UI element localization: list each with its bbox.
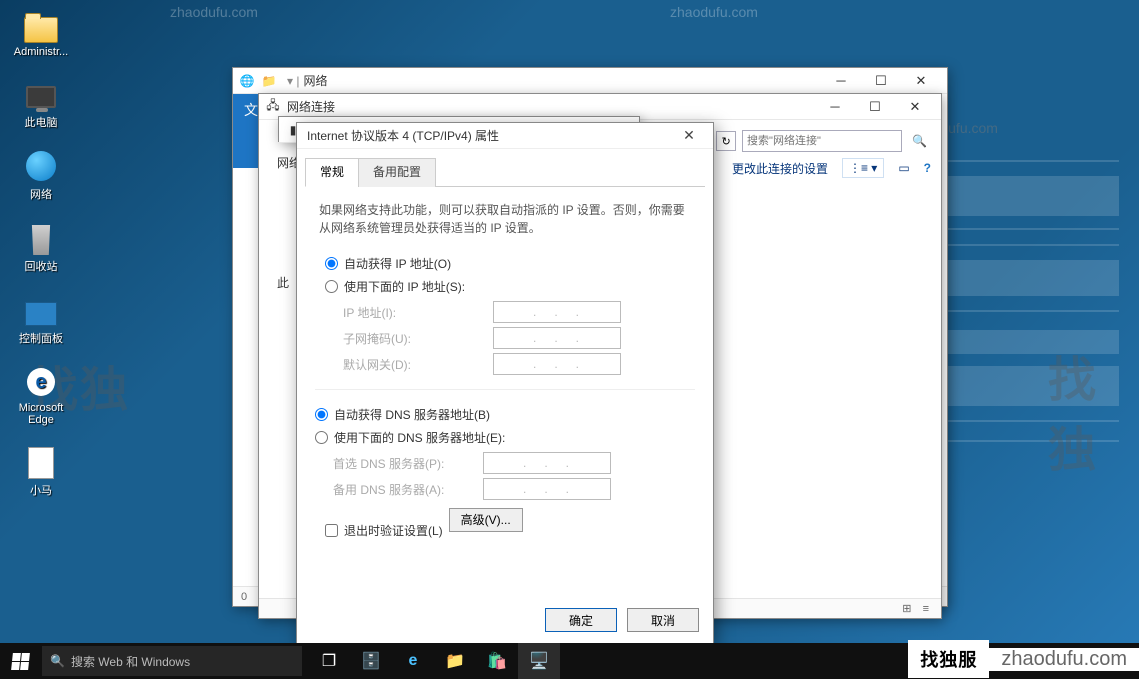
radio-manual-ip[interactable] [325,280,338,293]
maximize-button[interactable]: ☐ [861,70,901,92]
minimize-button[interactable]: ─ [815,96,855,118]
input-dns-alt [483,478,611,500]
desktop-icon-label: 回收站 [25,258,58,274]
desktop-icon-xiaoma[interactable]: 小马 [6,444,76,498]
desktop-icon-admin[interactable]: Administr... [6,8,76,58]
watermark-url: zhaodufu.com [170,4,258,20]
radio-auto-dns[interactable] [315,408,328,421]
windows-logo-icon [11,653,30,670]
radio-auto-ip[interactable] [325,257,338,270]
checkbox-validate-label: 退出时验证设置(L) [344,522,443,539]
minimize-button[interactable]: ─ [821,70,861,92]
dialog-ipv4-properties: Internet 协议版本 4 (TCP/IPv4) 属性 ✕ 常规 备用配置 … [296,122,714,645]
toolbar-change-settings[interactable]: 更改此连接的设置 [732,160,828,177]
desktop-icon-label: Microsoft Edge [19,402,64,426]
desktop-icon-label: 网络 [30,186,52,202]
advanced-button[interactable]: 高级(V)... [449,508,523,532]
maximize-button[interactable]: ☐ [855,96,895,118]
label-dns-alt: 备用 DNS 服务器(A): [333,481,483,498]
search-placeholder: 搜索 Web 和 Windows [71,653,190,670]
taskbar-app-servermanager[interactable]: 🗄️ [350,643,392,679]
tab-general[interactable]: 常规 [305,158,359,187]
details-pane-button[interactable]: ▭ [898,161,909,175]
close-button[interactable]: ✕ [895,96,935,118]
label-subnet: 子网掩码(U): [343,330,493,347]
dialog-body: 如果网络支持此功能，则可以获取自动指派的 IP 设置。否则，你需要从网络系统管理… [297,187,713,549]
desktop-icon-label: 小马 [30,482,52,498]
taskbar-app-explorer[interactable]: 📁 [434,643,476,679]
separator: ▾ | [287,74,299,88]
input-subnet-mask [493,327,621,349]
watermark-brand-partial: 找独 [1048,340,1139,480]
tab-alternate[interactable]: 备用配置 [358,158,436,187]
sidebar-this-pc[interactable]: 此 [277,274,289,291]
label-dns-primary: 首选 DNS 服务器(P): [333,455,483,472]
desktop-icon-computer[interactable]: 此电脑 [6,76,76,130]
label-ip-address: IP 地址(I): [343,304,493,321]
network-icon: 🌐 [239,73,255,89]
radio-manual-dns-label: 使用下面的 DNS 服务器地址(E): [334,429,505,446]
desktop-icon-label: Administr... [14,46,68,58]
search-icon[interactable]: 🔍 [908,134,931,148]
start-button[interactable] [0,643,40,679]
status-text: 0 [241,591,247,603]
view-mode-button[interactable]: ⋮≡ ▾ [842,158,884,178]
desktop-icon-label: 此电脑 [25,114,58,130]
input-dns-primary [483,452,611,474]
titlebar[interactable]: 🌐 📁 ▾ | 网络 ─ ☐ ✕ [233,68,947,94]
desktop-icon-network[interactable]: 网络 [6,148,76,202]
desktop-icon-edge[interactable]: eMicrosoft Edge [6,364,76,426]
view-icons[interactable]: ⊞ ≡ [902,599,941,619]
window-title: 网络 [303,72,327,89]
radio-auto-ip-label: 自动获得 IP 地址(O) [344,255,451,272]
task-view-button[interactable]: ❐ [308,643,350,679]
search-icon: 🔍 [50,654,65,668]
folder-icon: 📁 [261,73,277,89]
desktop-icon-controlpanel[interactable]: 控制面板 [6,292,76,346]
label-gateway: 默认网关(D): [343,356,493,373]
desktop-icon-recycle[interactable]: 回收站 [6,220,76,274]
ok-button[interactable]: 确定 [545,608,617,632]
dialog-description: 如果网络支持此功能，则可以获取自动指派的 IP 设置。否则，你需要从网络系统管理… [319,201,691,237]
input-ip-address [493,301,621,323]
desktop-icons: Administr... 此电脑 网络 回收站 控制面板 eMicrosoft … [6,8,76,498]
radio-manual-ip-label: 使用下面的 IP 地址(S): [344,278,465,295]
search-input[interactable] [742,130,902,152]
radio-manual-dns[interactable] [315,431,328,444]
network-icon: 🖧 [265,99,281,115]
branding-overlay: 找独服 zhaodufu.com [908,639,1139,679]
watermark-url: zhaodufu.com [670,4,758,20]
desktop-icon-label: 控制面板 [19,330,63,346]
taskbar-app-store[interactable]: 🛍️ [476,643,518,679]
taskbar-search[interactable]: 🔍 搜索 Web 和 Windows [42,646,302,676]
dialog-title: Internet 协议版本 4 (TCP/IPv4) 属性 [307,127,499,144]
tab-strip: 常规 备用配置 [305,157,705,187]
radio-auto-dns-label: 自动获得 DNS 服务器地址(B) [334,406,490,423]
close-button[interactable]: ✕ [675,126,703,146]
brand-boxed: 找独服 [908,640,989,678]
cancel-button[interactable]: 取消 [627,608,699,632]
input-default-gateway [493,353,621,375]
refresh-button[interactable]: ↻ [716,131,736,151]
window-title: 网络连接 [287,98,335,115]
close-button[interactable]: ✕ [901,70,941,92]
dns-radio-group: 自动获得 DNS 服务器地址(B) 使用下面的 DNS 服务器地址(E): 首选… [315,389,695,500]
checkbox-validate-on-exit[interactable] [325,524,338,537]
dialog-titlebar[interactable]: Internet 协议版本 4 (TCP/IPv4) 属性 ✕ [297,123,713,149]
taskbar-app-edge[interactable]: e [392,643,434,679]
taskbar-app-controlpanel[interactable]: 🖥️ [518,643,560,679]
ip-radio-group: 自动获得 IP 地址(O) 使用下面的 IP 地址(S): IP 地址(I): … [325,255,691,375]
help-button[interactable]: ? [924,161,931,175]
brand-url: zhaodufu.com [989,648,1139,671]
